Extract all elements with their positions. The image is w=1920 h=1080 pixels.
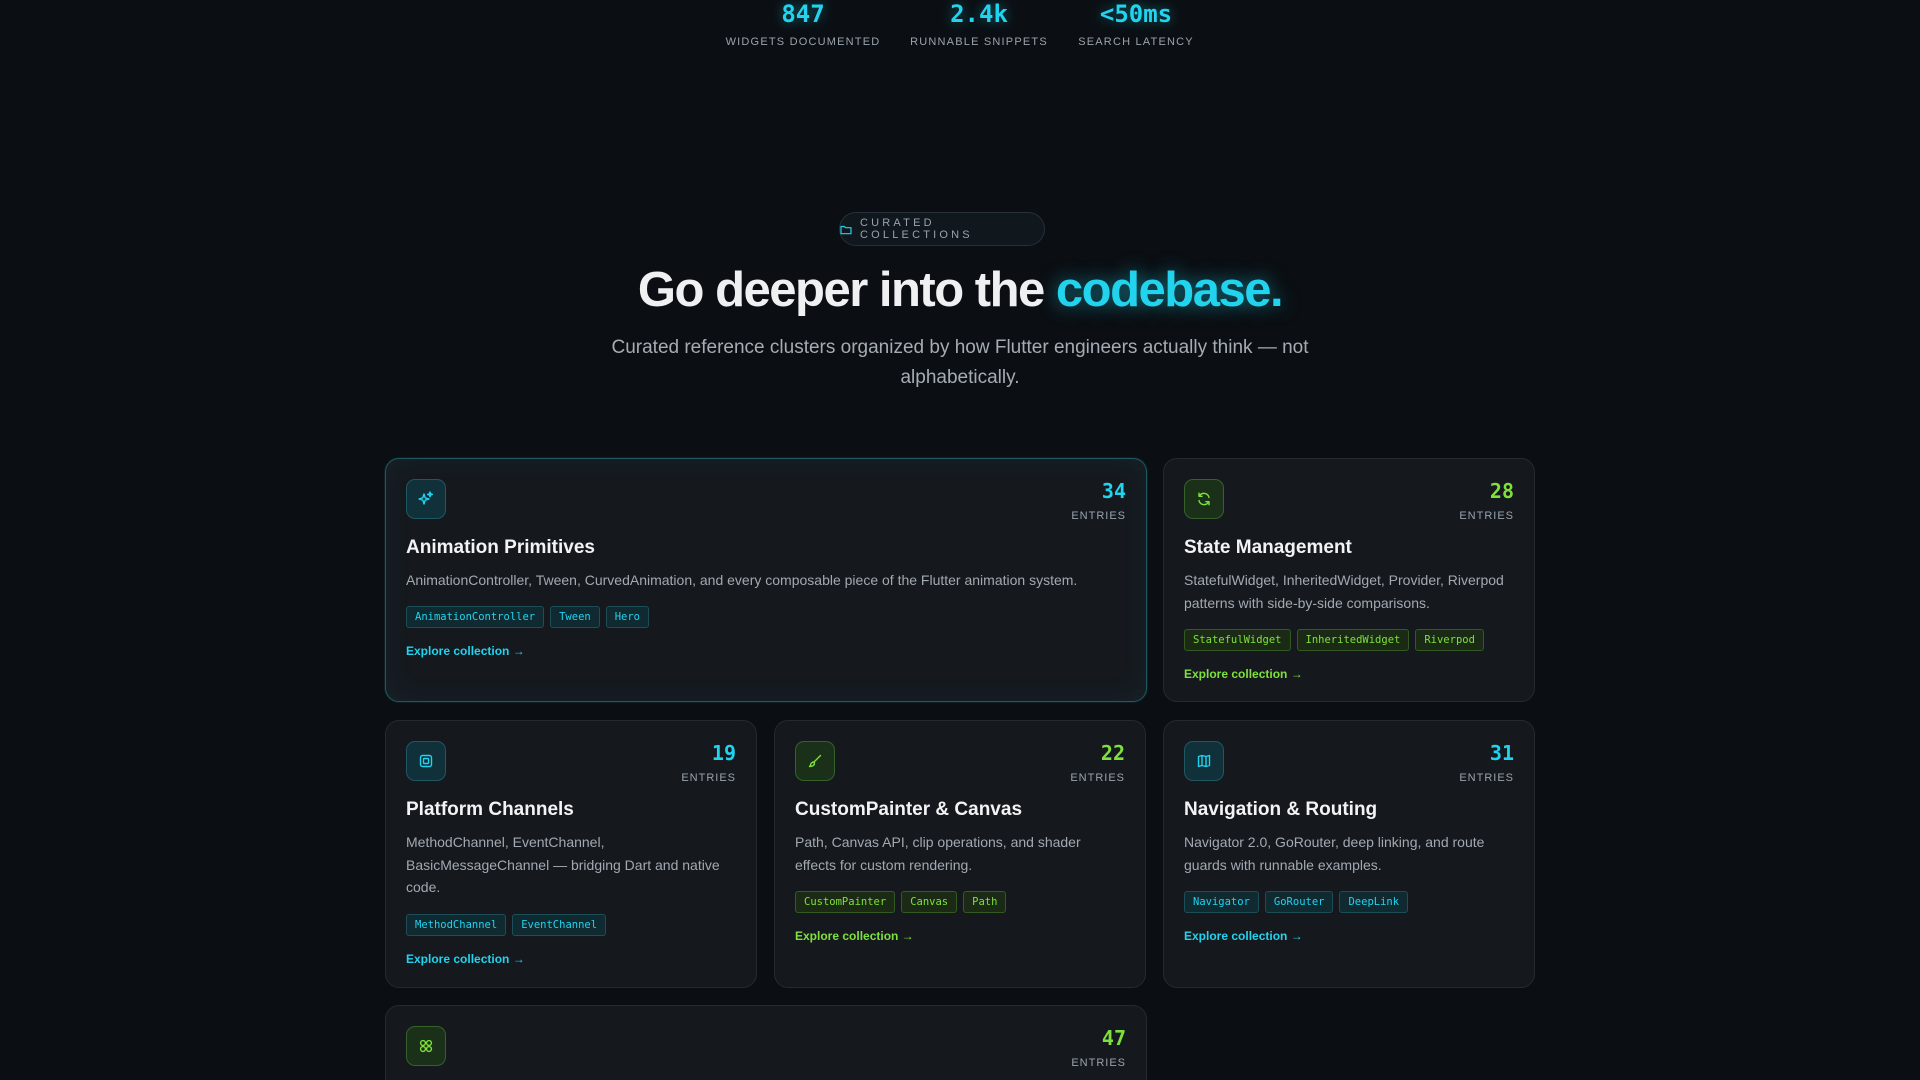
explore-collection-link[interactable]: Explore collection → bbox=[1184, 929, 1303, 943]
tag[interactable]: Hero bbox=[605, 606, 650, 628]
tag[interactable]: AnimationController bbox=[406, 606, 545, 628]
map-icon bbox=[1184, 741, 1224, 781]
headline-main: Go deeper into the bbox=[637, 263, 1056, 317]
chip-icon bbox=[406, 741, 446, 781]
entry-count: 31 ENTRIES bbox=[1459, 741, 1514, 784]
entry-count-value: 22 bbox=[1100, 741, 1125, 765]
section-subhead: Curated reference clusters organized by … bbox=[611, 337, 1309, 388]
grid-icon bbox=[406, 1026, 446, 1066]
collection-card-platform-channels[interactable]: 19 ENTRIES Platform Channels MethodChann… bbox=[385, 720, 757, 988]
stat-label: SEARCH LATENCY bbox=[1078, 36, 1194, 48]
entry-count-label: ENTRIES bbox=[1070, 772, 1125, 784]
card-description: AnimationController, Tween, CurvedAnimat… bbox=[406, 572, 1078, 588]
tag-list: MethodChannel EventChannel bbox=[406, 914, 607, 936]
tag[interactable]: Path bbox=[963, 891, 1007, 913]
entry-count-value: 28 bbox=[1489, 479, 1514, 503]
pill-label: CURATED COLLECTIONS bbox=[860, 217, 973, 241]
entry-count: 34 ENTRIES bbox=[1071, 479, 1126, 522]
stat-value: <50ms bbox=[1099, 0, 1173, 28]
tag[interactable]: InheritedWidget bbox=[1296, 629, 1410, 651]
tag[interactable]: MethodChannel bbox=[406, 914, 507, 936]
entry-count-label: ENTRIES bbox=[681, 772, 736, 784]
card-title: CustomPainter & Canvas bbox=[795, 799, 1023, 820]
tag[interactable]: Tween bbox=[550, 606, 600, 628]
stat-label: WIDGETS DOCUMENTED bbox=[725, 36, 881, 48]
stat-snippets: 2.4k RUNNABLE SNIPPETS bbox=[894, 0, 1064, 48]
refresh-icon bbox=[1184, 479, 1224, 519]
collection-card-animation[interactable]: 34 ENTRIES Animation Primitives Animatio… bbox=[385, 458, 1147, 702]
sparkles-icon bbox=[406, 479, 446, 519]
entry-count: 22 ENTRIES bbox=[1070, 741, 1125, 784]
card-title: Animation Primitives bbox=[406, 537, 595, 558]
collection-card-navigation[interactable]: 31 ENTRIES Navigation & Routing Navigato… bbox=[1163, 720, 1535, 988]
collection-card-custompainter[interactable]: 22 ENTRIES CustomPainter & Canvas Path, … bbox=[774, 720, 1146, 988]
tag[interactable]: CustomPainter bbox=[795, 891, 896, 913]
section-headline: Go deeper into the codebase. bbox=[0, 262, 1920, 318]
entry-count-label: ENTRIES bbox=[1071, 510, 1126, 522]
stat-value: 2.4k bbox=[950, 0, 1008, 28]
entry-count-value: 47 bbox=[1101, 1026, 1126, 1050]
stat-label: RUNNABLE SNIPPETS bbox=[910, 36, 1048, 48]
entry-count-label: ENTRIES bbox=[1071, 1057, 1126, 1069]
card-description: Navigator 2.0, GoRouter, deep linking, a… bbox=[1184, 834, 1485, 873]
tag[interactable]: Riverpod bbox=[1415, 629, 1484, 651]
entry-count-label: ENTRIES bbox=[1459, 772, 1514, 784]
card-title: State Management bbox=[1184, 537, 1352, 558]
tag-list: Navigator GoRouter DeepLink bbox=[1184, 891, 1409, 913]
stat-value: 847 bbox=[781, 0, 825, 28]
entry-count-label: ENTRIES bbox=[1459, 510, 1514, 522]
entry-count: 47 ENTRIES bbox=[1071, 1026, 1126, 1069]
card-description: MethodChannel, EventChannel, BasicMessag… bbox=[406, 834, 720, 895]
explore-collection-link[interactable]: Explore collection → bbox=[795, 929, 914, 943]
section-pill: CURATED COLLECTIONS bbox=[839, 212, 1045, 246]
tag-list: CustomPainter Canvas Path bbox=[795, 891, 1007, 913]
explore-collection-link[interactable]: Explore collection → bbox=[1184, 667, 1303, 681]
stat-latency: <50ms SEARCH LATENCY bbox=[1066, 0, 1206, 48]
collection-card-widgets[interactable]: 47 ENTRIES bbox=[385, 1005, 1147, 1080]
explore-collection-link[interactable]: Explore collection → bbox=[406, 952, 525, 966]
card-title: Navigation & Routing bbox=[1184, 799, 1378, 820]
stats-bar: 847 WIDGETS DOCUMENTED 2.4k RUNNABLE SNI… bbox=[0, 0, 1920, 60]
stat-widgets: 847 WIDGETS DOCUMENTED bbox=[718, 0, 888, 48]
tag[interactable]: Navigator bbox=[1184, 891, 1259, 913]
brush-icon bbox=[795, 741, 835, 781]
tag[interactable]: DeepLink bbox=[1339, 891, 1409, 913]
entry-count-value: 19 bbox=[711, 741, 736, 765]
tag-list: AnimationController Tween Hero bbox=[406, 606, 650, 628]
folder-icon bbox=[840, 224, 852, 235]
tag-list: StatefulWidget InheritedWidget Riverpod bbox=[1184, 629, 1484, 651]
tag[interactable]: GoRouter bbox=[1264, 891, 1334, 913]
card-description: StatefulWidget, InheritedWidget, Provide… bbox=[1184, 572, 1504, 611]
entry-count: 28 ENTRIES bbox=[1459, 479, 1514, 522]
tag[interactable]: EventChannel bbox=[512, 914, 607, 936]
tag[interactable]: StatefulWidget bbox=[1184, 629, 1291, 651]
tag[interactable]: Canvas bbox=[901, 891, 958, 913]
entry-count-value: 34 bbox=[1101, 479, 1126, 503]
entry-count-value: 31 bbox=[1489, 741, 1514, 765]
explore-collection-link[interactable]: Explore collection → bbox=[406, 644, 525, 658]
headline-accent: codebase. bbox=[1055, 263, 1284, 317]
collection-card-state[interactable]: 28 ENTRIES State Management StatefulWidg… bbox=[1163, 458, 1535, 702]
card-description: Path, Canvas API, clip operations, and s… bbox=[795, 834, 1081, 873]
card-title: Platform Channels bbox=[406, 799, 574, 820]
entry-count: 19 ENTRIES bbox=[681, 741, 736, 784]
